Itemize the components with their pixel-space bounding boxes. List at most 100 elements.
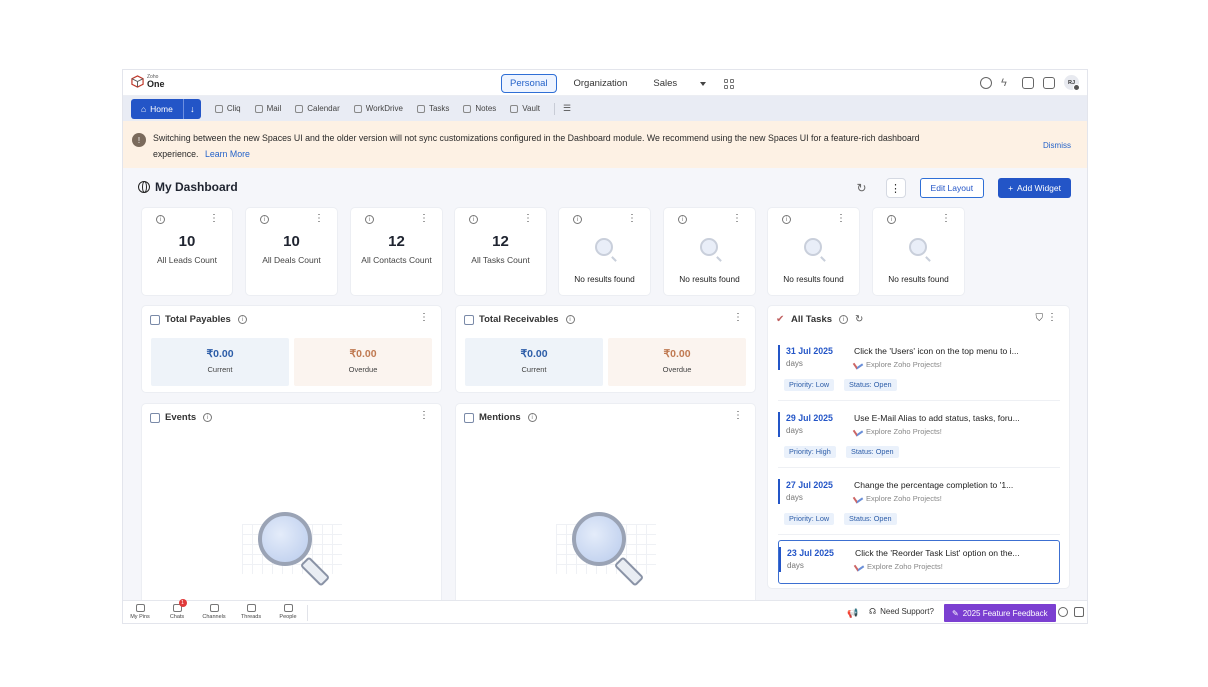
info-icon[interactable]: i	[839, 315, 849, 324]
info-icon[interactable]: i	[887, 215, 896, 224]
more-options-icon[interactable]: ⋮	[523, 213, 533, 224]
chart-icon[interactable]	[1043, 76, 1055, 89]
nav-item-notes[interactable]: Notes	[463, 104, 496, 113]
space-tab-sales[interactable]: Sales	[644, 74, 686, 93]
nav-item-workdrive[interactable]: WorkDrive	[353, 104, 403, 113]
task-title[interactable]: Click the 'Reorder Task List' option on …	[855, 548, 1051, 558]
task-project[interactable]: Explore Zoho Projects!	[852, 426, 942, 437]
receivables-current[interactable]: ₹0.00 Current	[465, 338, 603, 386]
dismiss-link[interactable]: Dismiss	[1043, 141, 1071, 150]
feature-feedback-button[interactable]: ✎ 2025 Feature Feedback	[944, 604, 1056, 622]
task-title[interactable]: Click the 'Users' icon on the top menu t…	[854, 346, 1050, 356]
more-options-icon[interactable]: ⋮	[419, 410, 429, 421]
receivables-overdue[interactable]: ₹0.00 Overdue	[608, 338, 746, 386]
task-project[interactable]: Explore Zoho Projects!	[853, 561, 943, 572]
payables-overdue[interactable]: ₹0.00 Overdue	[294, 338, 432, 386]
home-tab[interactable]: ⌂ Home ↓	[131, 98, 201, 119]
bottom-label: Threads	[240, 614, 262, 620]
more-options-icon[interactable]: ⋮	[209, 213, 219, 224]
nav-item-label: Mail	[266, 104, 282, 113]
stat-card-empty[interactable]: i ⋮ No results found	[664, 208, 755, 295]
info-icon[interactable]: i	[565, 315, 575, 324]
chats-button[interactable]: 1 Chats	[162, 599, 192, 620]
info-icon[interactable]: i	[527, 413, 537, 422]
magnifier-icon	[572, 512, 626, 566]
stat-card-empty[interactable]: i ⋮ No results found	[768, 208, 859, 295]
mentions-icon[interactable]	[980, 76, 992, 89]
payables-current[interactable]: ₹0.00 Current	[151, 338, 289, 386]
task-marker	[778, 412, 780, 437]
space-tab-organization[interactable]: Organization	[565, 74, 637, 93]
amount-label: Current	[521, 365, 547, 374]
nav-item-tasks[interactable]: Tasks	[416, 104, 449, 113]
task-project[interactable]: Explore Zoho Projects!	[852, 493, 942, 504]
widget-header: Mentions i	[464, 412, 537, 423]
more-options-icon[interactable]: ⋮	[419, 312, 429, 323]
bot-icon[interactable]	[1074, 607, 1084, 617]
more-options-icon[interactable]: ⋮	[627, 213, 637, 224]
stat-value: 10	[178, 233, 196, 250]
people-button[interactable]: People	[273, 604, 303, 620]
stat-card-contacts[interactable]: i ⋮ 12 All Contacts Count	[351, 208, 442, 295]
task-project[interactable]: Explore Zoho Projects!	[852, 359, 942, 370]
space-tab-personal[interactable]: Personal	[501, 74, 557, 93]
stat-card-empty[interactable]: i ⋮ No results found	[873, 208, 964, 295]
more-options-icon[interactable]: ⋮	[941, 213, 951, 224]
task-title[interactable]: Change the percentage completion to '1..…	[854, 480, 1050, 490]
more-options-icon[interactable]: ⋮	[733, 410, 743, 421]
nav-item-cliq[interactable]: Cliq	[214, 104, 241, 113]
threads-button[interactable]: Threads	[236, 604, 266, 620]
info-icon[interactable]: i	[573, 215, 582, 224]
nav-item-vault[interactable]: Vault	[510, 104, 540, 113]
learn-more-link[interactable]: Learn More	[205, 149, 250, 159]
more-options-icon[interactable]: ⋮	[314, 213, 324, 224]
info-icon[interactable]: i	[469, 215, 478, 224]
info-icon[interactable]: i	[678, 215, 687, 224]
need-support-button[interactable]: ☊ Need Support?	[869, 607, 934, 616]
lightning-icon[interactable]: ϟ	[1001, 77, 1013, 89]
add-widget-button[interactable]: + Add Widget	[998, 178, 1071, 198]
calendar-icon[interactable]	[1022, 76, 1034, 89]
amount-value: ₹0.00	[520, 348, 548, 360]
refresh-icon[interactable]: ↻	[852, 178, 872, 198]
info-icon[interactable]: i	[203, 413, 213, 422]
task-title[interactable]: Use E-Mail Alias to add status, tasks, f…	[854, 413, 1050, 423]
task-item[interactable]: 27 Jul 2025 days Change the percentage c…	[778, 473, 1060, 535]
banner-text: Switching between the new Spaces UI and …	[153, 133, 920, 159]
refresh-icon[interactable]: ↻	[855, 314, 863, 325]
zoho-one-logo[interactable]: Zoho One	[131, 74, 165, 89]
megaphone-icon[interactable]: 📢	[847, 608, 858, 619]
arrow-down-icon[interactable]: ↓	[182, 98, 201, 119]
task-item[interactable]: 31 Jul 2025 days Click the 'Users' icon …	[778, 339, 1060, 401]
more-options-icon[interactable]: ⋮	[733, 312, 743, 323]
info-icon[interactable]: i	[782, 215, 791, 224]
stat-card-leads[interactable]: i ⋮ 10 All Leads Count	[142, 208, 232, 295]
nav-item-calendar[interactable]: Calendar	[295, 104, 340, 113]
channels-button[interactable]: Channels	[199, 604, 229, 620]
more-options-icon[interactable]: ⋮	[836, 213, 846, 224]
user-avatar[interactable]: RJ	[1064, 75, 1080, 91]
stat-card-deals[interactable]: i ⋮ 10 All Deals Count	[246, 208, 337, 295]
apps-grid-icon[interactable]	[724, 78, 735, 89]
nav-item-mail[interactable]: Mail	[254, 104, 282, 113]
edit-layout-button[interactable]: Edit Layout	[919, 178, 985, 198]
spaces-dropdown-icon[interactable]	[700, 81, 707, 86]
task-item[interactable]: 23 Jul 2025 days Click the 'Reorder Task…	[778, 540, 1060, 584]
customize-tabs-icon[interactable]: ☰	[563, 103, 571, 114]
info-icon[interactable]: i	[156, 215, 165, 224]
stat-card-tasks[interactable]: i ⋮ 12 All Tasks Count	[455, 208, 546, 295]
more-options-icon[interactable]: ⋮	[419, 213, 429, 224]
more-options-icon[interactable]: ⋮	[1047, 312, 1057, 323]
info-icon[interactable]: i	[260, 215, 269, 224]
stat-card-empty[interactable]: i ⋮ No results found	[559, 208, 650, 295]
pin-icon	[135, 604, 145, 612]
info-icon[interactable]: i	[237, 315, 247, 324]
more-options-icon[interactable]: ⋮	[732, 213, 742, 224]
task-item[interactable]: 29 Jul 2025 days Use E-Mail Alias to add…	[778, 406, 1060, 468]
filter-icon[interactable]: ⛉	[1036, 313, 1044, 324]
info-icon[interactable]: i	[365, 215, 374, 224]
my-pins-button[interactable]: My Pins	[125, 604, 155, 620]
spaces-switcher: Personal Organization Sales	[501, 74, 735, 93]
search-icon[interactable]	[1058, 607, 1068, 617]
more-options-button[interactable]: ⋮	[885, 178, 906, 198]
